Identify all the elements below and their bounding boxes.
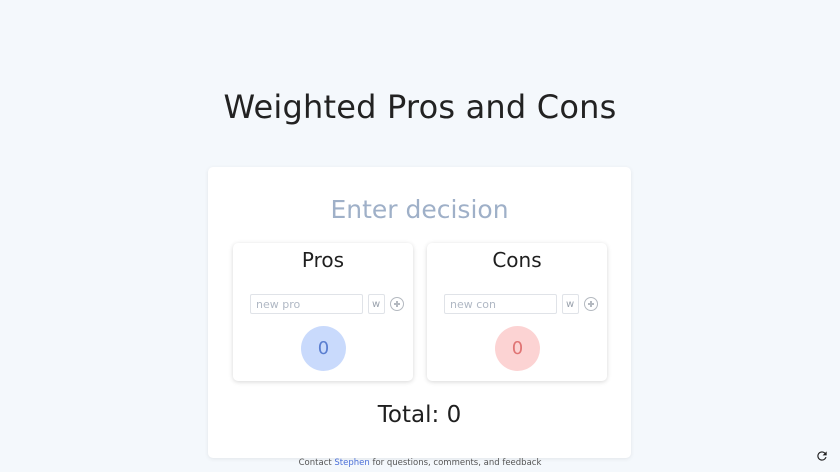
decision-input[interactable] (248, 189, 591, 229)
footer: Contact Stephen for questions, comments,… (0, 458, 840, 468)
total-display: Total: 0 (208, 402, 631, 428)
page-title: Weighted Pros and Cons (223, 88, 617, 126)
pros-score: 0 (301, 326, 346, 371)
footer-suffix: for questions, comments, and feedback (372, 458, 542, 468)
pro-weight-input[interactable] (368, 294, 385, 314)
contact-link[interactable]: Stephen (334, 458, 369, 468)
decision-card: Pros 0 Cons 0 Total: 0 (208, 167, 631, 458)
new-con-input[interactable] (444, 294, 557, 314)
add-con-button[interactable] (584, 297, 598, 311)
new-pro-input[interactable] (250, 294, 363, 314)
total-value: 0 (446, 402, 462, 428)
footer-prefix: Contact (298, 458, 332, 468)
pros-title: Pros (301, 248, 345, 272)
total-label: Total: (377, 402, 440, 428)
refresh-icon[interactable] (815, 448, 829, 462)
add-pro-button[interactable] (390, 297, 404, 311)
cons-score: 0 (495, 326, 540, 371)
cons-title: Cons (492, 248, 542, 272)
con-weight-input[interactable] (562, 294, 579, 314)
pros-panel: Pros 0 (233, 243, 413, 381)
cons-panel: Cons 0 (427, 243, 607, 381)
